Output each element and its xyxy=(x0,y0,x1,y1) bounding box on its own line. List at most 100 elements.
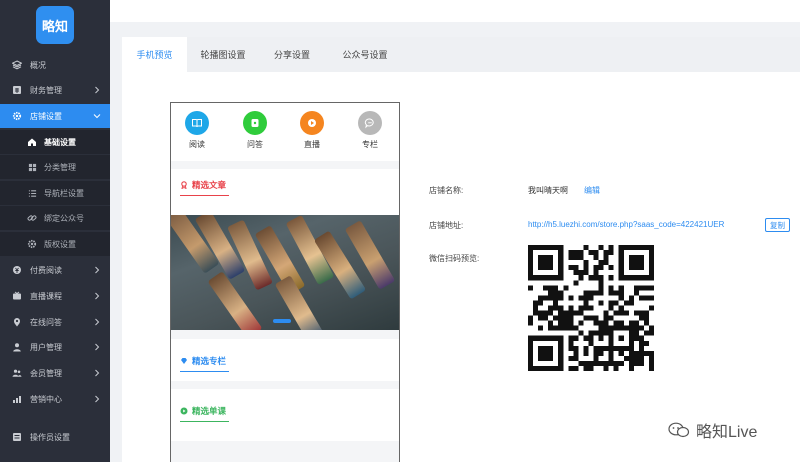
grid-icon xyxy=(27,162,37,172)
watermark-text: 略知Live xyxy=(696,424,758,441)
section-underline xyxy=(180,371,229,372)
watermark: 略知Live xyxy=(668,418,757,442)
nav-item-label: 概况 xyxy=(30,60,46,70)
chevron-right-icon xyxy=(95,318,100,326)
nav-item-label: 用户管理 xyxy=(30,342,62,352)
subnav-item-category[interactable]: 分类管理 xyxy=(0,155,110,179)
subnav-item-navbar[interactable]: 导航栏设置 xyxy=(0,181,110,205)
section-underline xyxy=(180,421,229,422)
banner-image[interactable] xyxy=(171,215,399,330)
carousel-indicator[interactable] xyxy=(273,319,291,323)
featured-columns-title[interactable]: 精选专栏 xyxy=(180,355,226,367)
featured-lessons-title[interactable]: 精选单课 xyxy=(180,405,226,417)
main-panel: 手机预览 轮播图设置 分享设置 公众号设置 阅读 问答 直播 专栏 精选文章 精… xyxy=(122,37,800,462)
chat-icon xyxy=(358,111,382,135)
wechat-logo-icon xyxy=(668,422,690,438)
quick-entry-label: 问答 xyxy=(247,140,263,149)
nav-item-label: 操作员设置 xyxy=(30,432,70,442)
qr-preview-label: 微信扫码预览: xyxy=(429,254,480,263)
nav-item-overview[interactable]: 概况 xyxy=(0,53,110,77)
award-icon xyxy=(180,181,188,189)
live-icon xyxy=(11,291,22,302)
quick-entry-label: 直播 xyxy=(304,140,320,149)
chevron-right-icon xyxy=(95,369,100,377)
store-name-value: 我叫晴天啊 xyxy=(528,186,568,195)
nav-item-live[interactable]: 直播课程 xyxy=(0,284,110,308)
copy-address-button[interactable]: 复制 xyxy=(765,218,790,232)
store-address-link[interactable]: http://h5.luezhi.com/store.php?saas_code… xyxy=(528,220,724,229)
quick-entry-column[interactable]: 专栏 xyxy=(350,111,390,150)
nav-item-operator[interactable]: 操作员设置 xyxy=(0,425,110,449)
nav-item-label: 店铺设置 xyxy=(30,111,62,121)
gear-icon xyxy=(11,111,22,122)
nav-item-label: 付费阅读 xyxy=(30,265,62,275)
subnav-item-copyright[interactable]: 版权设置 xyxy=(0,232,110,256)
quick-entry-label: 专栏 xyxy=(362,140,378,149)
list-icon xyxy=(27,188,37,198)
link-icon xyxy=(27,213,37,223)
top-header xyxy=(110,0,800,22)
nav-item-qa[interactable]: 在线问答 xyxy=(0,310,110,334)
paid-read-icon xyxy=(11,265,22,276)
quick-entry-qa[interactable]: 问答 xyxy=(235,111,275,150)
operator-icon xyxy=(11,432,22,443)
store-name-label: 店铺名称: xyxy=(429,186,464,195)
nav-item-members[interactable]: 会员管理 xyxy=(0,361,110,385)
finance-icon xyxy=(11,85,22,96)
store-address-label: 店铺地址: xyxy=(429,221,464,230)
nav-item-label: 直播课程 xyxy=(30,291,62,301)
play-icon xyxy=(300,111,324,135)
chevron-down-icon xyxy=(93,114,101,119)
nav-item-label: 营销中心 xyxy=(30,394,62,404)
nav-item-paid-read[interactable]: 付费阅读 xyxy=(0,258,110,282)
app-logo[interactable]: 略知 xyxy=(36,6,74,44)
settings-tabs: 手机预览 轮播图设置 分享设置 公众号设置 xyxy=(122,37,800,72)
members-icon xyxy=(11,368,22,379)
tab-carousel-settings[interactable]: 轮播图设置 xyxy=(187,37,259,72)
diamond-icon xyxy=(180,357,188,365)
play-circle-icon xyxy=(180,407,188,415)
subnav-item-label: 分类管理 xyxy=(44,162,76,172)
nav-item-finance[interactable]: 财务管理 xyxy=(0,78,110,102)
layers-icon xyxy=(11,60,22,71)
section-underline xyxy=(180,195,229,196)
tab-mobile-preview[interactable]: 手机预览 xyxy=(122,37,187,72)
tab-share-settings[interactable]: 分享设置 xyxy=(259,37,325,72)
qa-icon xyxy=(243,111,267,135)
subnav-item-bind-account[interactable]: 绑定公众号 xyxy=(0,206,110,230)
chevron-right-icon xyxy=(95,395,100,403)
subnav-item-label: 导航栏设置 xyxy=(44,188,84,198)
featured-articles-title[interactable]: 精选文章 xyxy=(180,179,226,191)
chevron-right-icon xyxy=(95,292,100,300)
quick-entry-read[interactable]: 阅读 xyxy=(177,111,217,150)
subnav-item-basic-settings[interactable]: 基础设置 xyxy=(0,130,110,154)
quick-entry-label: 阅读 xyxy=(189,140,205,149)
featured-lessons-section: 精选单课 xyxy=(171,389,399,441)
nav-item-label: 在线问答 xyxy=(30,317,62,327)
home-icon xyxy=(27,137,37,147)
tab-official-account-settings[interactable]: 公众号设置 xyxy=(325,37,405,72)
gear-icon xyxy=(27,239,37,249)
phone-preview: 阅读 问答 直播 专栏 精选文章 精选专栏 精选单课 xyxy=(170,102,400,462)
nav-item-label: 会员管理 xyxy=(30,368,62,378)
nav-item-label: 财务管理 xyxy=(30,85,62,95)
sidebar: 略知 概况 财务管理 店铺设置 基础设置 分类管理 导航栏设置 绑定公众号 版权… xyxy=(0,0,110,462)
quick-entry-live[interactable]: 直播 xyxy=(292,111,332,150)
subnav-item-label: 版权设置 xyxy=(44,239,76,249)
nav-item-marketing[interactable]: 营销中心 xyxy=(0,387,110,411)
chevron-right-icon xyxy=(95,343,100,351)
qr-code xyxy=(528,245,654,371)
nav-item-users[interactable]: 用户管理 xyxy=(0,335,110,359)
quick-entry-bar: 阅读 问答 直播 专栏 xyxy=(171,103,399,161)
logo-area: 略知 xyxy=(0,0,110,50)
featured-columns-section: 精选专栏 xyxy=(171,339,399,381)
chevron-right-icon xyxy=(95,86,100,94)
user-icon xyxy=(11,342,22,353)
subnav-item-label: 绑定公众号 xyxy=(44,213,84,223)
location-icon xyxy=(11,317,22,328)
subnav-item-label: 基础设置 xyxy=(44,137,76,147)
edit-store-name-link[interactable]: 编辑 xyxy=(584,185,600,196)
book-icon xyxy=(185,111,209,135)
nav-item-store-settings[interactable]: 店铺设置 xyxy=(0,104,110,128)
marketing-icon xyxy=(11,394,22,405)
